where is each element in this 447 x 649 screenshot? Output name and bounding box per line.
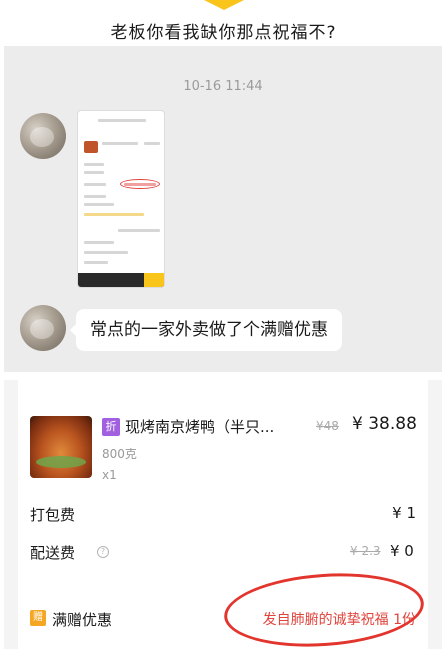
shared-screenshot-image[interactable] (77, 110, 165, 288)
delivery-fee-label: 配送费 (30, 544, 76, 562)
chat-message-bubble[interactable]: 常点的一家外卖做了个满赠优惠 (70, 309, 342, 351)
delivery-fee-value: ¥ 0 (390, 542, 414, 560)
caption-text: 老板你看我缺你那点祝福不? (110, 23, 337, 43)
screenshot-line (84, 213, 144, 216)
packaging-fee-label: 打包费 (30, 506, 76, 524)
screenshot-line (84, 203, 114, 206)
screenshot-line (84, 163, 104, 166)
info-icon[interactable]: ? (97, 546, 109, 558)
screenshot-line (84, 251, 128, 254)
gift-icon: 赠 (30, 610, 46, 626)
screenshot-line (84, 261, 108, 264)
screenshot-line (102, 142, 138, 145)
screenshot-red-circle (120, 179, 160, 189)
screenshot-pay-button (144, 273, 164, 287)
avatar[interactable] (20, 305, 66, 351)
screenshot-line (84, 183, 106, 186)
screenshot-line (118, 229, 160, 232)
hand-drawn-red-circle (221, 567, 427, 649)
order-card: 折 现烤南京烤鸭（半只... ¥48 ¥ 38.88 800克 x1 打包费 ¥… (18, 380, 428, 649)
screenshot-line (144, 142, 160, 145)
gift-promo-label: 满赠优惠 (52, 611, 113, 629)
screenshot-line (84, 195, 106, 198)
screenshot-line (84, 241, 114, 244)
screenshot-line (84, 171, 104, 174)
packaging-fee-value: ¥ 1 (392, 504, 416, 522)
avatar[interactable] (20, 113, 66, 159)
down-arrow-icon (204, 0, 244, 10)
item-price: ¥ 38.88 (352, 414, 417, 434)
screenshot-food-thumb (84, 141, 98, 153)
order-detail-section: 折 现烤南京烤鸭（半只... ¥48 ¥ 38.88 800克 x1 打包费 ¥… (4, 380, 442, 649)
delivery-fee-original: ¥ 2.3 (350, 544, 381, 558)
screenshot-line (98, 119, 146, 122)
chat-timestamp: 10-16 11:44 (183, 79, 263, 94)
discount-tag: 折 (102, 418, 120, 436)
caption-banner: 老板你看我缺你那点祝福不? (0, 0, 447, 46)
item-original-price: ¥48 (316, 419, 339, 433)
chat-area: 10-16 11:44 常点的一家外卖做了个满赠优惠 (4, 46, 442, 372)
item-quantity: x1 (102, 468, 117, 482)
item-spec: 800克 (102, 447, 137, 461)
item-name[interactable]: 现烤南京烤鸭（半只... (125, 416, 274, 437)
roast-duck-image[interactable] (30, 416, 92, 478)
